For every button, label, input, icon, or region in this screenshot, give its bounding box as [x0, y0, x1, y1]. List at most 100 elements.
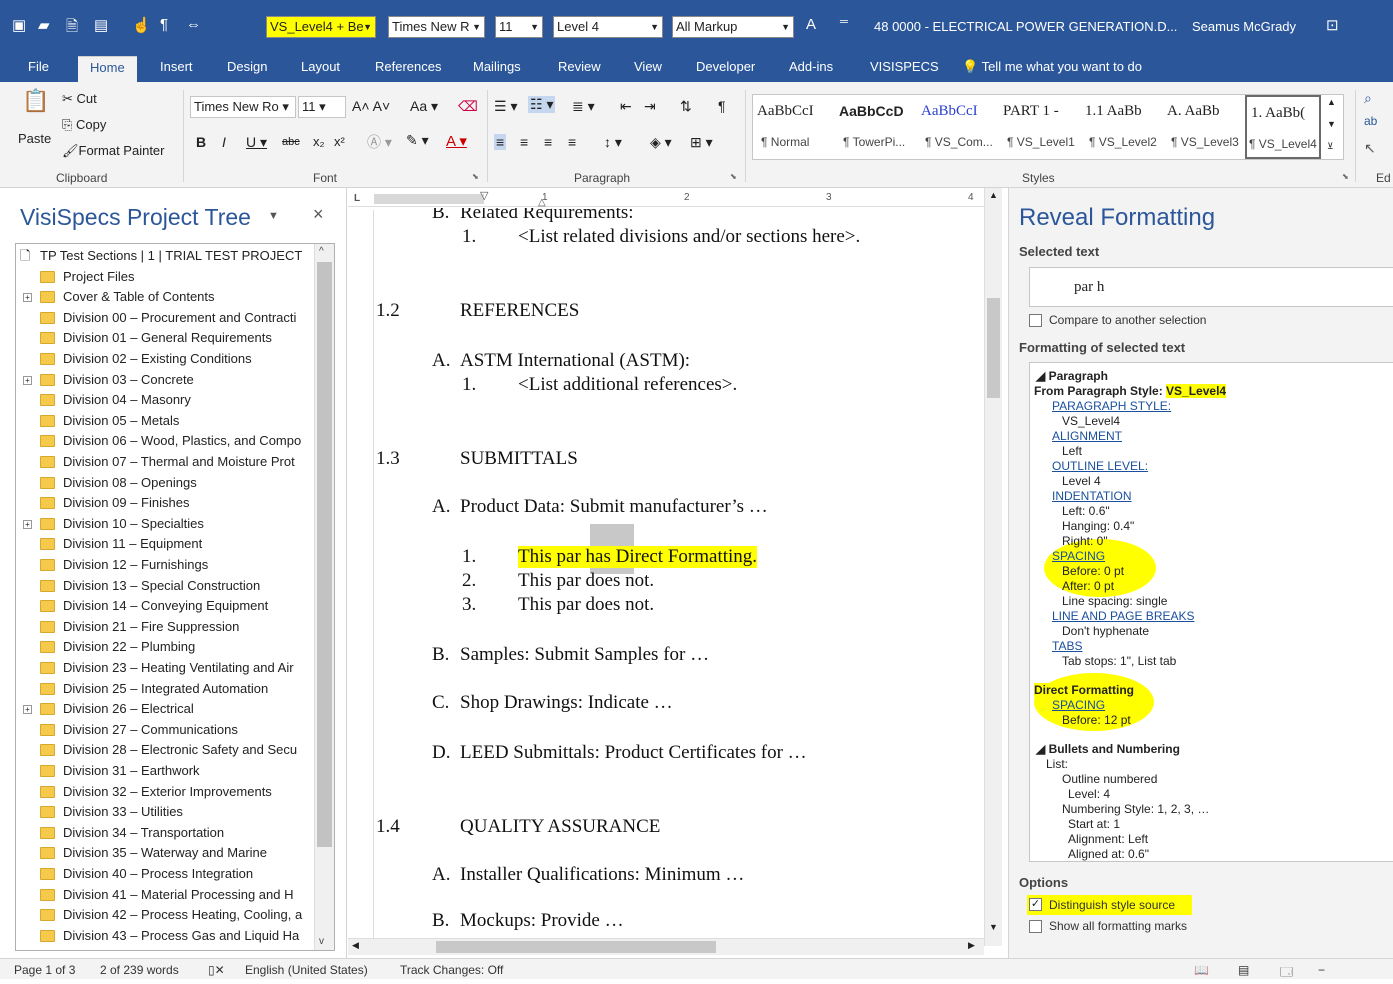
- tab-references[interactable]: References: [375, 56, 441, 82]
- tree-item[interactable]: Division 32 – Exterior Improvements: [16, 782, 316, 802]
- zoom-out-icon[interactable]: −: [1318, 963, 1325, 977]
- font-size-box[interactable]: 11 ▾: [298, 96, 346, 118]
- change-case-icon[interactable]: Aa ▾: [410, 98, 438, 115]
- tab-selector-icon[interactable]: L: [354, 193, 360, 204]
- language-status[interactable]: English (United States): [245, 963, 368, 977]
- document-vscrollbar[interactable]: ▲ ▼: [984, 188, 1002, 946]
- tree-item[interactable]: Division 07 – Thermal and Moisture Prot: [16, 452, 316, 472]
- show-marks-icon[interactable]: ¶: [718, 98, 726, 114]
- tell-me-box[interactable]: 💡 Tell me what you want to do: [962, 56, 1142, 82]
- subscript-icon[interactable]: x₂: [313, 134, 325, 149]
- pilcrow-icon[interactable]: ¶: [160, 16, 168, 33]
- format-link[interactable]: OUTLINE LEVEL:: [1052, 459, 1148, 473]
- tree-item[interactable]: Division 42 – Process Heating, Cooling, …: [16, 905, 316, 925]
- format-link[interactable]: ALIGNMENT: [1052, 429, 1122, 443]
- align-right-icon[interactable]: ≡: [544, 134, 552, 150]
- font-combo[interactable]: Times New R ▼: [388, 16, 485, 38]
- tree-item[interactable]: Division 04 – Masonry: [16, 390, 316, 410]
- format-link[interactable]: LINE AND PAGE BREAKS: [1052, 609, 1195, 623]
- justify-icon[interactable]: ≡: [568, 134, 576, 150]
- gallery-more-icon[interactable]: ⊻: [1327, 141, 1334, 152]
- tab-home[interactable]: Home: [78, 56, 137, 82]
- read-mode-icon[interactable]: 📖: [1194, 963, 1209, 977]
- tab-view[interactable]: View: [634, 56, 662, 82]
- tree-item[interactable]: Division 41 – Material Processing and H: [16, 885, 316, 905]
- increase-indent-icon[interactable]: ⇥: [644, 98, 656, 115]
- style-vs-level1[interactable]: PART 1 - ¶ VS_Level1: [999, 95, 1081, 159]
- markup-combo[interactable]: All Markup ▼: [672, 16, 794, 38]
- tree-item[interactable]: Division 25 – Integrated Automation: [16, 679, 316, 699]
- select-icon[interactable]: ↖: [1364, 140, 1376, 157]
- tree-scrollbar[interactable]: ^ v: [314, 244, 334, 950]
- numbering-icon[interactable]: ☷ ▾: [528, 96, 556, 113]
- tab-file[interactable]: File: [28, 56, 49, 82]
- strikethrough-icon[interactable]: abc: [282, 136, 300, 148]
- word-count[interactable]: 2 of 239 words: [100, 963, 179, 977]
- tab-review[interactable]: Review: [558, 56, 601, 82]
- text-effects-icon[interactable]: Ⓐ ▾: [367, 132, 392, 152]
- tree-item[interactable]: Division 11 – Equipment: [16, 534, 316, 554]
- tree-item[interactable]: Division 13 – Special Construction: [16, 576, 316, 596]
- expand-icon[interactable]: +: [23, 375, 32, 385]
- horizontal-ruler[interactable]: L 1 2 3 4 ▽ △: [348, 190, 988, 208]
- tree-item[interactable]: Division 02 – Existing Conditions: [16, 349, 316, 369]
- tree-item[interactable]: Division 08 – Openings: [16, 473, 316, 493]
- tree-item[interactable]: Division 33 – Utilities: [16, 802, 316, 822]
- dialog-launcher-icon[interactable]: ⬊: [1342, 172, 1349, 181]
- format-link[interactable]: SPACING: [1052, 549, 1105, 563]
- bullets-icon[interactable]: ☰ ▾: [494, 98, 517, 115]
- tab-developer[interactable]: Developer: [696, 56, 755, 82]
- tree-item[interactable]: Division 01 – General Requirements: [16, 328, 316, 348]
- style-normal[interactable]: AaBbCcI ¶ Normal: [753, 95, 835, 159]
- tree-item[interactable]: Division 27 – Communications: [16, 720, 316, 740]
- scrollbar-thumb[interactable]: [436, 941, 716, 953]
- style-vs-level2[interactable]: 1.1 AaBb ¶ VS_Level2: [1081, 95, 1163, 159]
- font-color-icon[interactable]: A ▾: [446, 132, 467, 150]
- bold-icon[interactable]: B: [196, 134, 206, 150]
- tree-item[interactable]: + Division 26 – Electrical: [16, 699, 316, 719]
- save-as-icon[interactable]: ▤: [94, 16, 108, 34]
- dialog-launcher-icon[interactable]: ⬊: [730, 172, 737, 181]
- style-vs-level4[interactable]: 1. AaBb(¶ VS_Level4: [1245, 95, 1321, 159]
- expand-icon[interactable]: +: [23, 519, 32, 529]
- compare-checkbox[interactable]: [1029, 314, 1042, 327]
- decrease-indent-icon[interactable]: ⇤: [620, 98, 632, 115]
- format-link[interactable]: INDENTATION: [1052, 489, 1132, 503]
- gallery-scroll-up-icon[interactable]: ▲: [1327, 97, 1336, 107]
- tree-item[interactable]: + Cover & Table of Contents: [16, 287, 316, 307]
- scroll-right-icon[interactable]: ▶: [968, 940, 975, 951]
- copy-button[interactable]: ⎘ Copy: [62, 117, 106, 133]
- format-link[interactable]: SPACING: [1052, 698, 1105, 712]
- clear-formatting-icon[interactable]: ⌫: [458, 98, 478, 115]
- expand-icon[interactable]: +: [23, 705, 32, 715]
- size-combo[interactable]: 11 ▼: [495, 16, 543, 38]
- bookmark-icon[interactable]: ⇔: [186, 16, 201, 33]
- font-style-icon[interactable]: A: [806, 16, 816, 33]
- tree-item[interactable]: Division 00 – Procurement and Contracti: [16, 308, 316, 328]
- customize-qat-icon[interactable]: ═: [840, 16, 848, 28]
- multilevel-list-icon[interactable]: ≣ ▾: [572, 98, 595, 115]
- tree-item[interactable]: Division 34 – Transportation: [16, 823, 316, 843]
- scrollbar-thumb[interactable]: [987, 298, 1000, 398]
- sort-icon[interactable]: ⇅: [680, 98, 692, 115]
- cut-button[interactable]: ✂ Cut: [62, 91, 97, 107]
- tree-item[interactable]: Division 28 – Electronic Safety and Secu: [16, 740, 316, 760]
- format-link[interactable]: PARAGRAPH STYLE:: [1052, 399, 1171, 413]
- expand-icon[interactable]: +: [23, 293, 32, 303]
- scroll-up-icon[interactable]: ^: [319, 246, 324, 257]
- tree-root-item[interactable]: 🗋 TP Test Sections | 1 | TRIAL TEST PROJE…: [16, 246, 316, 266]
- tree-item[interactable]: Division 06 – Wood, Plastics, and Compo: [16, 431, 316, 451]
- align-left-icon[interactable]: ≡: [494, 134, 507, 150]
- format-painter-button[interactable]: 🖌Format Painter: [62, 143, 165, 159]
- user-name[interactable]: Seamus McGrady: [1192, 19, 1296, 34]
- level-combo[interactable]: Level 4 ▼: [553, 16, 663, 38]
- paste-button[interactable]: Paste: [18, 131, 51, 146]
- close-icon[interactable]: ×: [313, 204, 324, 225]
- tree-item[interactable]: Division 31 – Earthwork: [16, 761, 316, 781]
- borders-icon[interactable]: ⊞ ▾: [690, 134, 713, 151]
- proofing-icon[interactable]: ▯✕: [208, 963, 225, 977]
- open-icon[interactable]: ▰: [38, 16, 50, 34]
- touch-mode-icon[interactable]: ☝: [132, 16, 151, 34]
- underline-icon[interactable]: U ▾: [246, 134, 267, 151]
- save-icon[interactable]: ▣: [12, 16, 26, 34]
